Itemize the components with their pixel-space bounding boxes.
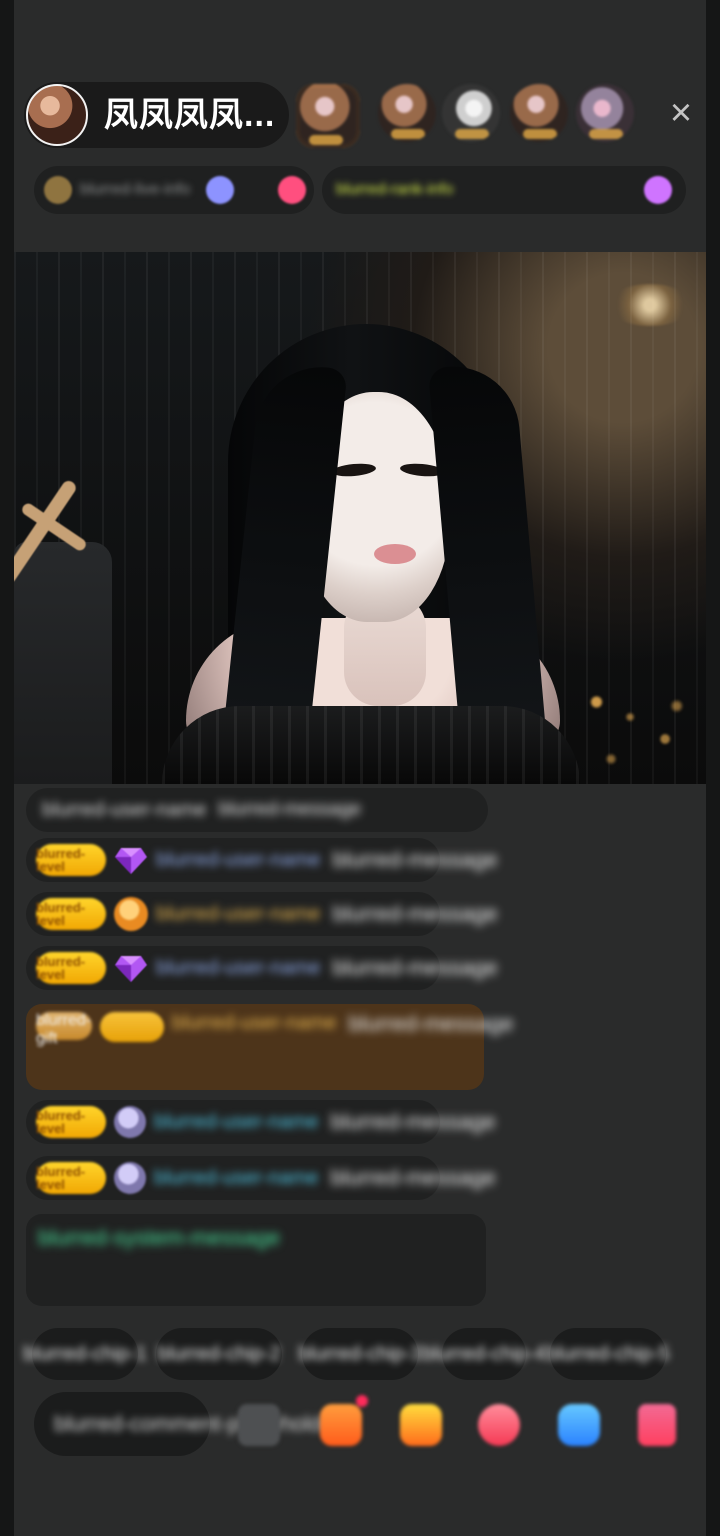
user-level-badge: blurred-level	[36, 844, 106, 876]
gift-icon[interactable]	[320, 1395, 368, 1446]
chat-user-name: blurred-user-name	[154, 1111, 319, 1133]
bottom-action-bar: blurred-comment-placeholder	[34, 1392, 694, 1460]
rank-icon	[644, 176, 672, 204]
system-message-text: blurred-system-message	[38, 1225, 281, 1250]
rank-info-pill[interactable]: blurred-rank-info	[322, 166, 686, 214]
gem-icon	[114, 843, 148, 877]
quick-reply-chip-row: blurred-chip-1 blurred-chip-2 blurred-ch…	[23, 1328, 720, 1380]
top-viewer-avatar[interactable]	[296, 84, 360, 148]
emoji-icon[interactable]	[238, 1404, 280, 1446]
quick-reply-label: blurred-chip-1	[23, 1343, 147, 1365]
comment-placeholder: blurred-comment-placeholder	[54, 1411, 342, 1436]
stage-light	[608, 284, 692, 326]
mouth-shape	[374, 544, 416, 564]
rank-info-text: blurred-rank-info	[336, 181, 454, 198]
user-count-icon	[206, 176, 235, 204]
quick-reply-chip[interactable]: blurred-chip-2	[156, 1328, 282, 1380]
gem-icon	[114, 951, 148, 985]
chat-message-text: blurred-message	[330, 1165, 496, 1190]
viewer-avatar-4[interactable]	[510, 84, 568, 142]
chat-message[interactable]: blurred-level blurred-user-name blurred-…	[26, 1100, 496, 1144]
quick-reply-label: blurred-chip-2	[157, 1343, 281, 1365]
live-info-pill[interactable]: blurred-live-info	[34, 166, 314, 214]
live-stream-screen: 凤凤凤凤... × blurred-live-info blurred-rank…	[0, 0, 720, 1536]
viewer-rank-badge	[589, 129, 623, 139]
gift-badge	[100, 1012, 164, 1042]
chat-message[interactable]: blurred-level blurred-user-name blurred-…	[26, 1156, 496, 1200]
host-avatar[interactable]	[26, 84, 88, 146]
left-letterbox	[0, 0, 14, 1536]
notification-dot	[356, 1395, 368, 1407]
viewer-avatar-5[interactable]	[576, 84, 634, 142]
right-letterbox	[706, 0, 720, 1536]
chat-message[interactable]: blurred-level blurred-user-name blurred-…	[26, 892, 498, 936]
chat-user-name: blurred-user-name	[156, 903, 321, 925]
chat-message[interactable]: blurred-level blurred-user-name blurred-…	[26, 838, 498, 882]
bag-icon[interactable]	[400, 1404, 442, 1446]
chat-user-name: blurred-user-name	[154, 1167, 319, 1189]
quick-reply-label: blurred-chip-4	[422, 1343, 546, 1365]
comment-input[interactable]: blurred-comment-placeholder	[34, 1392, 341, 1456]
chat-message-text: blurred-message	[218, 799, 362, 820]
chat-message-text: blurred-message	[348, 1011, 514, 1036]
orange-gift-icon	[114, 897, 148, 931]
user-level-badge: blurred-level	[36, 952, 106, 984]
user-level-badge: blurred-level	[36, 1106, 106, 1138]
host-profile-pill[interactable]: 凤凤凤凤...	[24, 82, 289, 148]
highlighted-chat-message[interactable]: blurred-gift blurred-user-name blurred-m…	[26, 1004, 514, 1090]
chat-message[interactable]: blurred-user-name blurred-message	[26, 788, 488, 832]
host-name[interactable]: 凤凤凤凤...	[104, 98, 275, 132]
performer-video-figure	[160, 324, 580, 784]
viewer-rank-badge	[309, 135, 343, 145]
viewer-rank-badge	[523, 129, 557, 139]
user-level-badge: blurred-level	[36, 898, 106, 930]
chat-user-name: blurred-user-name	[156, 957, 321, 979]
live-chat: blurred-user-name blurred-message blurre…	[26, 784, 514, 1316]
heart-icon[interactable]	[478, 1404, 520, 1446]
live-video-stream[interactable]	[14, 252, 706, 784]
quick-reply-chip[interactable]: blurred-chip-4	[422, 1328, 546, 1380]
background-bokeh-lights	[560, 684, 706, 784]
user-level-badge: blurred-level	[36, 1162, 106, 1194]
live-status-icon	[44, 176, 72, 204]
chat-message-text: blurred-message	[332, 901, 498, 926]
quick-reply-label: blurred-chip-3	[298, 1343, 422, 1365]
quick-reply-chip[interactable]: blurred-chip-1	[23, 1328, 147, 1380]
viewer-avatar-list	[296, 84, 646, 148]
purple-user-icon	[114, 1106, 146, 1138]
chat-user-name: blurred-user-name	[172, 1012, 337, 1034]
quick-reply-chip[interactable]: blurred-chip-5	[546, 1328, 670, 1380]
purple-user-icon	[114, 1162, 146, 1194]
viewer-rank-badge	[391, 129, 425, 139]
chat-message-text: blurred-message	[332, 847, 498, 872]
live-info-text: blurred-live-info	[80, 181, 191, 198]
quick-reply-chip[interactable]: blurred-chip-3	[298, 1328, 422, 1380]
more-icon[interactable]	[638, 1404, 676, 1446]
system-chat-message: blurred-system-message	[26, 1214, 486, 1306]
chat-user-name: blurred-user-name	[42, 799, 207, 821]
chat-user-name: blurred-user-name	[156, 849, 321, 871]
chat-message-text: blurred-message	[330, 1109, 496, 1134]
chat-message-text: blurred-message	[332, 955, 498, 980]
dress-shape	[162, 706, 580, 784]
background-prop	[14, 542, 112, 784]
gift-tag: blurred-gift	[36, 1012, 92, 1047]
quick-reply-label: blurred-chip-5	[546, 1343, 670, 1365]
viewer-avatar-2[interactable]	[378, 84, 436, 142]
viewer-avatar-3[interactable]	[442, 84, 500, 142]
chat-message[interactable]: blurred-level blurred-user-name blurred-…	[26, 946, 498, 990]
close-icon[interactable]: ×	[664, 94, 698, 132]
heart-icon	[278, 176, 306, 204]
share-icon[interactable]	[558, 1404, 600, 1446]
viewer-rank-badge	[455, 129, 489, 139]
